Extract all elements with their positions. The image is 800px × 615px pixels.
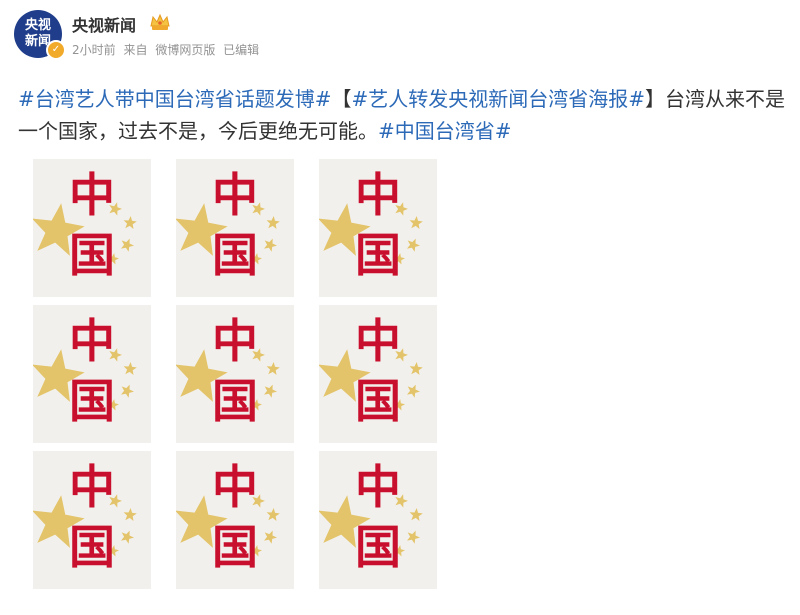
post-meta: 2小时前 来自 微博网页版 已编辑 [72,41,263,58]
svg-text:国: 国 [355,520,401,574]
poster-image[interactable]: 中国 [33,305,151,443]
svg-text:中: 中 [69,168,115,222]
post-time[interactable]: 2小时前 [72,43,116,57]
verified-badge-icon: ✓ [46,40,66,60]
svg-text:国: 国 [355,228,401,282]
svg-text:中: 中 [69,314,115,368]
poster-image[interactable]: 中国 [319,305,437,443]
poster-image[interactable]: 中国 [176,305,294,443]
svg-text:中: 中 [69,460,115,514]
poster-image[interactable]: 中国 [176,451,294,589]
svg-text:国: 国 [212,520,258,574]
svg-text:国: 国 [355,374,401,428]
poster-image[interactable]: 中国 [319,159,437,297]
svg-text:国: 国 [69,520,115,574]
svg-text:国: 国 [212,374,258,428]
source-prefix: 来自 [123,43,148,57]
svg-text:国: 国 [212,228,258,282]
poster-image[interactable]: 中国 [319,451,437,589]
edited-label[interactable]: 已编辑 [223,43,259,57]
crown-badge-icon[interactable] [149,12,171,32]
image-grid: 中国中国中国中国中国中国中国中国中国 [33,159,443,615]
svg-text:中: 中 [212,168,258,222]
post-source: 微博网页版 [155,43,216,57]
hashtag-link[interactable]: #台湾艺人带中国台湾省话题发博# [18,87,332,111]
post-content: #台湾艺人带中国台湾省话题发博#【#艺人转发央视新闻台湾省海报#】台湾从来不是一… [18,83,790,147]
svg-text:中: 中 [355,168,401,222]
hashtag-link[interactable]: #中国台湾省# [378,119,512,143]
svg-text:中: 中 [212,460,258,514]
svg-text:国: 国 [69,374,115,428]
svg-text:中: 中 [355,460,401,514]
hashtag-link[interactable]: #艺人转发央视新闻台湾省海报# [352,87,646,111]
svg-text:国: 国 [69,228,115,282]
author-name[interactable]: 央视新闻 [72,12,136,36]
poster-image[interactable]: 中国 [33,451,151,589]
bracket-open: 【 [331,87,352,111]
svg-text:中: 中 [355,314,401,368]
poster-image[interactable]: 中国 [33,159,151,297]
poster-image[interactable]: 中国 [176,159,294,297]
svg-text:中: 中 [212,314,258,368]
